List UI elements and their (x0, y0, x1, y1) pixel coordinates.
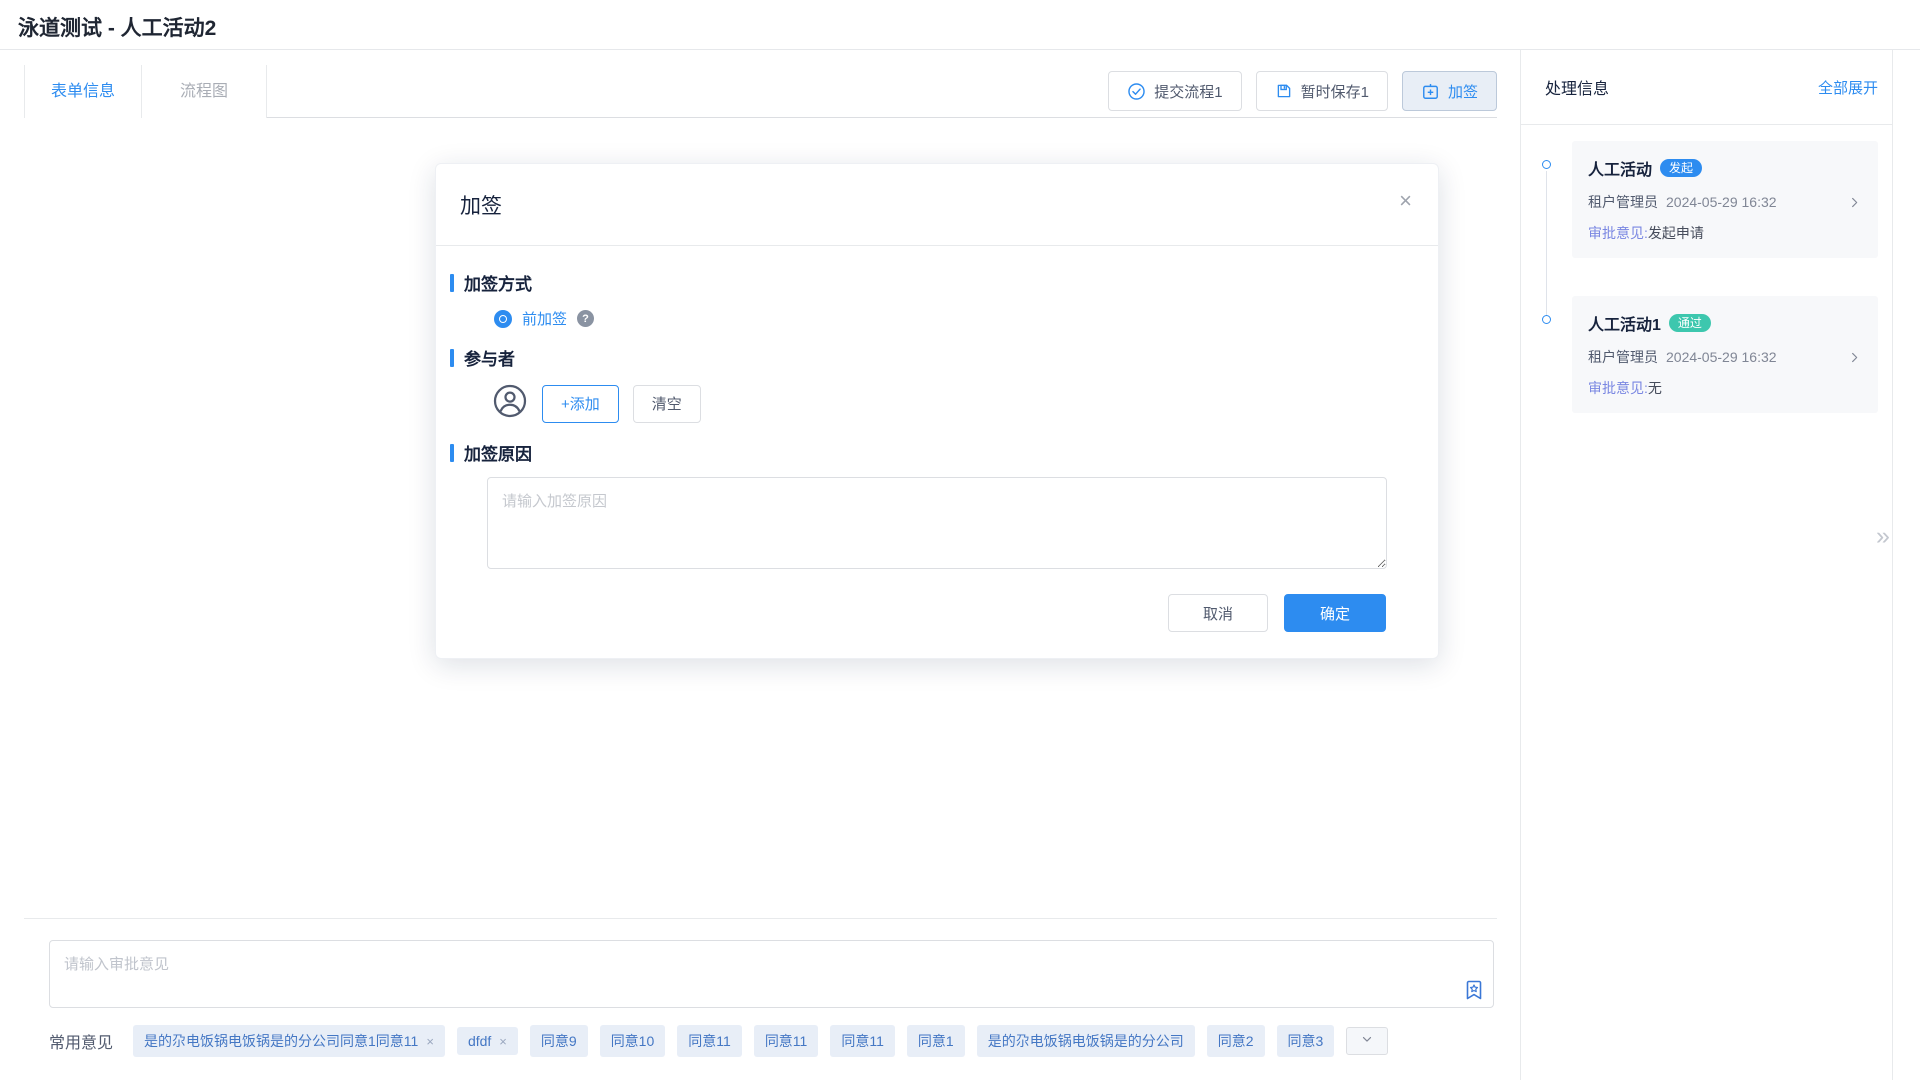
chevron-down-icon (1360, 1032, 1374, 1051)
opinion-tag[interactable]: 是的尕电饭锅电饭锅是的分公司同意1同意11× (133, 1025, 445, 1057)
opinion-tag[interactable]: 同意3 (1277, 1025, 1335, 1057)
activity-user: 租户管理员 (1588, 347, 1658, 367)
modal-title: 加签 (460, 190, 502, 220)
approval-comment-textarea[interactable] (49, 940, 1494, 1008)
opinion-tag[interactable]: 同意11 (754, 1025, 819, 1057)
more-opinions-button[interactable] (1346, 1027, 1388, 1055)
opinion-tag[interactable]: 同意11 (830, 1025, 895, 1057)
check-circle-icon (1127, 82, 1146, 101)
activity-time: 2024-05-29 16:32 (1666, 349, 1777, 365)
modal-body: 加签方式 前加签 ? 参与者 +添加 清 (436, 246, 1438, 658)
toolbar: 提交流程1 暂时保存1 (1108, 71, 1497, 111)
activity-time: 2024-05-29 16:32 (1666, 194, 1777, 210)
tab-form-info[interactable]: 表单信息 (24, 65, 142, 118)
sidebar-header: 处理信息 全部展开 (1521, 50, 1892, 125)
activity-meta-row: 租户管理员 2024-05-29 16:32 (1588, 347, 1862, 367)
opinion-tag[interactable]: 同意11 (677, 1025, 742, 1057)
bookmark-star-icon[interactable] (1462, 978, 1486, 1002)
add-sign-modal: 加签 × 加签方式 前加签 ? 参与者 (435, 163, 1439, 659)
modal-close-icon[interactable]: × (1399, 190, 1412, 212)
activity-title-row: 人工活动1 通过 (1588, 311, 1862, 335)
cancel-button[interactable]: 取消 (1168, 594, 1268, 632)
activity-name: 人工活动 (1588, 156, 1652, 180)
workflow-window: 泳道测试 - 人工活动2 × 表单信息 流程图 提交流程1 (0, 0, 1920, 1080)
status-badge: 通过 (1669, 314, 1711, 332)
common-opinions-row: 常用意见 是的尕电饭锅电饭锅是的分公司同意1同意11× dfdf× 同意9 同意… (49, 1025, 1497, 1057)
activity-card[interactable]: 人工活动 发起 租户管理员 2024-05-29 16:32 审批意见:发起申请 (1572, 141, 1878, 258)
opinion-value: 无 (1648, 380, 1662, 396)
activity-title-row: 人工活动 发起 (1588, 156, 1862, 180)
submit-flow-button[interactable]: 提交流程1 (1108, 71, 1241, 111)
activity-card[interactable]: 人工活动1 通过 租户管理员 2024-05-29 16:32 审批意见:无 (1572, 296, 1878, 413)
activity-opinion-row: 审批意见:发起申请 (1588, 223, 1862, 243)
status-badge: 发起 (1660, 159, 1702, 177)
chevron-right-icon[interactable] (1847, 195, 1862, 210)
activity-name: 人工活动1 (1588, 311, 1661, 335)
tag-close-icon[interactable]: × (426, 1034, 434, 1049)
opinion-tag[interactable]: 同意1 (907, 1025, 965, 1057)
opinion-value: 发起申请 (1648, 225, 1704, 241)
plus-square-icon (1421, 82, 1440, 101)
add-participant-button[interactable]: +添加 (542, 385, 619, 423)
save-icon (1275, 82, 1293, 100)
modal-footer: 取消 确定 (450, 594, 1386, 632)
modal-header: 加签 × (436, 164, 1438, 246)
opinion-key: 审批意见: (1588, 225, 1648, 241)
participants-section-title: 参与者 (450, 345, 1386, 370)
reason-box (487, 477, 1386, 574)
comment-area (49, 940, 1494, 1008)
add-sign-button[interactable]: 加签 (1402, 71, 1497, 111)
radio-label[interactable]: 前加签 (522, 308, 567, 329)
tab-flowchart[interactable]: 流程图 (142, 65, 267, 118)
main-panel: 表单信息 流程图 提交流程1 (0, 50, 1520, 1080)
save-draft-button[interactable]: 暂时保存1 (1256, 71, 1388, 111)
opinion-tag[interactable]: 同意9 (530, 1025, 588, 1057)
sign-method-section-title: 加签方式 (450, 270, 1386, 295)
opinion-tag[interactable]: 是的尕电饭锅电饭锅是的分公司 (977, 1025, 1195, 1057)
expand-all-link[interactable]: 全部展开 (1818, 77, 1878, 98)
opinion-tag[interactable]: 同意2 (1207, 1025, 1265, 1057)
page-title: 泳道测试 - 人工活动2 (18, 12, 216, 42)
tag-close-icon[interactable]: × (499, 1034, 507, 1049)
sign-method-radio-row: 前加签 ? (494, 308, 1386, 329)
app-header: 泳道测试 - 人工活动2 (0, 0, 1920, 50)
confirm-button[interactable]: 确定 (1284, 594, 1386, 632)
activity-meta-row: 租户管理员 2024-05-29 16:32 (1588, 192, 1862, 212)
activity-user: 租户管理员 (1588, 192, 1658, 212)
clear-participants-button[interactable]: 清空 (633, 385, 701, 423)
participant-row: +添加 清空 (492, 383, 1386, 424)
timeline-dot (1542, 160, 1551, 169)
opinion-tag[interactable]: 同意10 (600, 1025, 666, 1057)
common-opinions-label: 常用意见 (49, 1029, 113, 1053)
activity-opinion-row: 审批意见:无 (1588, 378, 1862, 398)
radio-selected[interactable] (494, 310, 512, 328)
avatar-icon (492, 383, 528, 424)
help-question-icon[interactable]: ? (577, 310, 594, 327)
collapse-sidebar-icon[interactable]: » (1876, 522, 1890, 551)
timeline-dot (1542, 315, 1551, 324)
chevron-right-icon[interactable] (1847, 350, 1862, 365)
sidebar-title: 处理信息 (1545, 75, 1609, 99)
reason-textarea[interactable] (487, 477, 1387, 569)
process-info-sidebar: 处理信息 全部展开 人工活动 发起 租户管理员 2024-05-29 16:32… (1521, 50, 1893, 1080)
timeline-connector (1546, 171, 1547, 317)
reason-section-title: 加签原因 (450, 440, 1386, 465)
opinion-key: 审批意见: (1588, 380, 1648, 396)
divider (24, 918, 1497, 919)
tab-strip: 表单信息 流程图 提交流程1 (24, 65, 1497, 118)
opinion-tag[interactable]: dfdf× (457, 1027, 518, 1055)
